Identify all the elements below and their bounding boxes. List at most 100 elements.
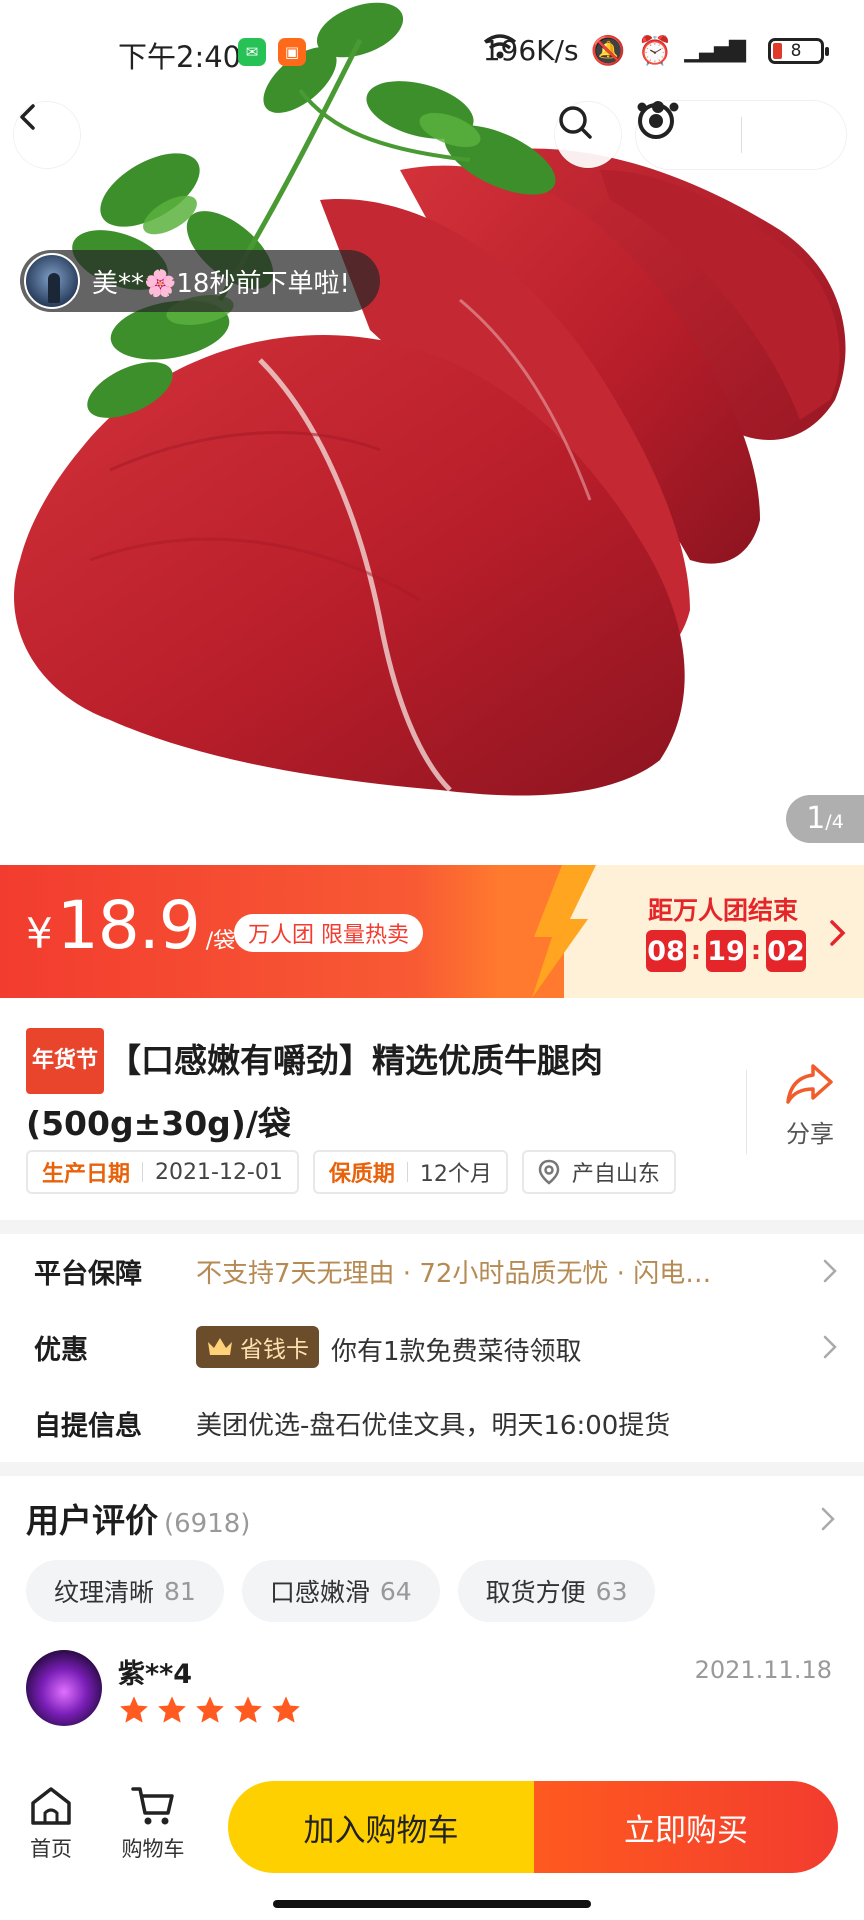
star-icon bbox=[158, 1696, 186, 1723]
home-icon bbox=[31, 1787, 71, 1825]
user-reviews-section: 用户评价 (6918) 纹理清晰 81 口感嫩滑 64 取货方便 63 紫**4 202… bbox=[0, 1476, 864, 1776]
service-info-list: 平台保障 不支持7天无理由 · 72小时品质无忧 · 闪电… 优惠 省钱卡 你有1… bbox=[0, 1234, 864, 1462]
ticker-avatar bbox=[24, 253, 80, 309]
cart-label: 购物车 bbox=[121, 1837, 185, 1861]
review-tag-label: 纹理清晰 bbox=[54, 1578, 155, 1607]
countdown-separator: : bbox=[750, 936, 762, 966]
attribute-value: 2021-12-01 bbox=[155, 1159, 283, 1185]
review-tag-label: 口感嫩滑 bbox=[269, 1578, 370, 1607]
share-label: 分享 bbox=[786, 1120, 834, 1148]
review-rating bbox=[118, 1694, 302, 1726]
status-bar: 下午2:40 ✉ ▣ 196K/s 🔕 ⏰ ▁▃▅▇ 8 bbox=[0, 0, 864, 108]
signal-icon: ▁▃▅▇ bbox=[684, 38, 746, 63]
platform-guarantee-row[interactable]: 平台保障 不支持7天无理由 · 72小时品质无忧 · 闪电… bbox=[0, 1234, 864, 1308]
countdown-title: 距万人团结束 bbox=[648, 896, 799, 925]
row-key: 自提信息 bbox=[34, 1410, 142, 1442]
review-tag-list: 纹理清晰 81 口感嫩滑 64 取货方便 63 bbox=[26, 1560, 656, 1622]
review-tag-count: 63 bbox=[595, 1576, 628, 1606]
row-value: 省钱卡 你有1款免费菜待领取 bbox=[196, 1326, 582, 1368]
chevron-left-icon bbox=[20, 104, 35, 130]
discount-text: 你有1款免费菜待领取 bbox=[331, 1337, 582, 1367]
review-tag-count: 81 bbox=[164, 1576, 196, 1606]
search-icon bbox=[559, 106, 592, 139]
image-pager: 1 /4 bbox=[786, 795, 864, 843]
add-to-cart-button[interactable]: 加入购物车 bbox=[228, 1781, 534, 1873]
reviews-title[interactable]: 用户评价 (6918) bbox=[26, 1494, 250, 1542]
product-title: 年货节 【口感嫩有嚼劲】精选优质牛腿肉 (500g±30g)/袋 bbox=[26, 1028, 716, 1154]
target-icon bbox=[638, 103, 674, 139]
attribute-key: 生产日期 bbox=[42, 1162, 131, 1187]
home-label: 首页 bbox=[30, 1837, 72, 1861]
search-button[interactable] bbox=[555, 102, 621, 168]
price-value: 18.9 bbox=[56, 887, 201, 964]
chevron-right-icon[interactable] bbox=[828, 918, 848, 948]
share-divider bbox=[746, 1070, 747, 1154]
attribute-value: 产自山东 bbox=[571, 1162, 660, 1187]
review-tag[interactable]: 取货方便 63 bbox=[457, 1560, 656, 1622]
saving-card-label: 省钱卡 bbox=[240, 1337, 309, 1363]
attribute-divider bbox=[142, 1162, 144, 1182]
star-icon bbox=[120, 1696, 148, 1723]
buy-now-button[interactable]: 立即购买 bbox=[534, 1781, 838, 1873]
attribute-value: 12个月 bbox=[419, 1162, 492, 1187]
close-mini-program-button[interactable] bbox=[638, 101, 847, 169]
bottom-action-bar: 首页 购物车 加入购物车 立即购买 bbox=[0, 1755, 864, 1920]
chevron-right-icon[interactable] bbox=[820, 1506, 836, 1532]
share-icon bbox=[786, 1064, 833, 1104]
chevron-right-icon bbox=[823, 1259, 837, 1283]
wechat-icon: ✉ bbox=[238, 38, 266, 66]
cart-icon bbox=[131, 1787, 174, 1825]
product-title-text: 【口感嫩有嚼劲】精选优质牛腿肉 (500g±30g)/袋 bbox=[26, 1041, 604, 1143]
countdown-separator: : bbox=[690, 936, 702, 966]
attribute-production-date: 生产日期 2021-12-01 bbox=[26, 1150, 299, 1194]
battery-icon: 8 bbox=[768, 37, 829, 64]
pager-current: 1 bbox=[806, 801, 826, 836]
price-unit: /袋 bbox=[205, 929, 236, 954]
crown-icon bbox=[208, 1338, 232, 1355]
home-tab[interactable]: 首页 bbox=[6, 1785, 96, 1863]
countdown-timer: 08 : 19 : 02 bbox=[646, 930, 806, 972]
attribute-key: 保质期 bbox=[328, 1162, 395, 1187]
product-detail-page: 下午2:40 ✉ ▣ 196K/s 🔕 ⏰ ▁▃▅▇ 8 美**🌸18秒前下单啦… bbox=[0, 0, 864, 1920]
location-pin-icon bbox=[538, 1159, 560, 1185]
countdown-minutes: 19 bbox=[706, 930, 746, 972]
attribute-origin: 产自山东 bbox=[521, 1150, 676, 1194]
saving-card-badge: 省钱卡 bbox=[196, 1326, 319, 1368]
review-tag-label: 取货方便 bbox=[485, 1578, 586, 1607]
share-button[interactable]: 分享 bbox=[770, 1062, 850, 1149]
reviewer-avatar bbox=[26, 1650, 102, 1726]
countdown-seconds: 02 bbox=[766, 930, 806, 972]
order-ticker: 美**🌸18秒前下单啦! bbox=[20, 250, 380, 312]
row-value: 不支持7天无理由 · 72小时品质无忧 · 闪电… bbox=[196, 1258, 712, 1289]
status-time: 下午2:40 bbox=[118, 40, 242, 74]
review-tag[interactable]: 口感嫩滑 64 bbox=[241, 1560, 440, 1622]
festival-tag: 年货节 bbox=[26, 1028, 105, 1094]
app-notification-icon: ▣ bbox=[278, 38, 306, 66]
mute-icon: 🔕 bbox=[590, 34, 626, 67]
mini-program-capsule bbox=[636, 101, 846, 169]
lightning-icon bbox=[532, 865, 596, 998]
attribute-divider bbox=[406, 1162, 408, 1182]
pager-total: /4 bbox=[825, 811, 844, 833]
back-button[interactable] bbox=[14, 102, 80, 168]
review-date: 2021.11.18 bbox=[694, 1656, 832, 1684]
pickup-info-row: 自提信息 美团优选-盘石优佳文具，明天16:00提货 bbox=[0, 1386, 864, 1460]
battery-level: 8 bbox=[790, 40, 802, 61]
discount-row[interactable]: 优惠 省钱卡 你有1款免费菜待领取 bbox=[0, 1310, 864, 1384]
countdown-hours: 08 bbox=[646, 930, 686, 972]
alarm-icon: ⏰ bbox=[637, 34, 673, 67]
price: ¥ 18.9 /袋 bbox=[26, 887, 235, 964]
reviews-count: (6918) bbox=[164, 1509, 251, 1539]
review-tag[interactable]: 纹理清晰 81 bbox=[26, 1560, 224, 1622]
row-key: 平台保障 bbox=[34, 1258, 142, 1290]
star-icon bbox=[272, 1696, 300, 1723]
row-value: 美团优选-盘石优佳文具，明天16:00提货 bbox=[196, 1410, 671, 1441]
promo-pill: 万人团 限量热卖 bbox=[234, 914, 423, 952]
reviews-title-text: 用户评价 bbox=[26, 1501, 158, 1540]
cart-tab[interactable]: 购物车 bbox=[108, 1785, 198, 1863]
reviewer-name: 紫**4 bbox=[118, 1659, 193, 1690]
chevron-right-icon bbox=[823, 1335, 837, 1359]
product-image-carousel[interactable]: 下午2:40 ✉ ▣ 196K/s 🔕 ⏰ ▁▃▅▇ 8 美**🌸18秒前下单啦… bbox=[0, 0, 864, 865]
currency-symbol: ¥ bbox=[26, 909, 53, 958]
product-title-card: 年货节 【口感嫩有嚼劲】精选优质牛腿肉 (500g±30g)/袋 分享 生产日期 … bbox=[0, 998, 864, 1220]
